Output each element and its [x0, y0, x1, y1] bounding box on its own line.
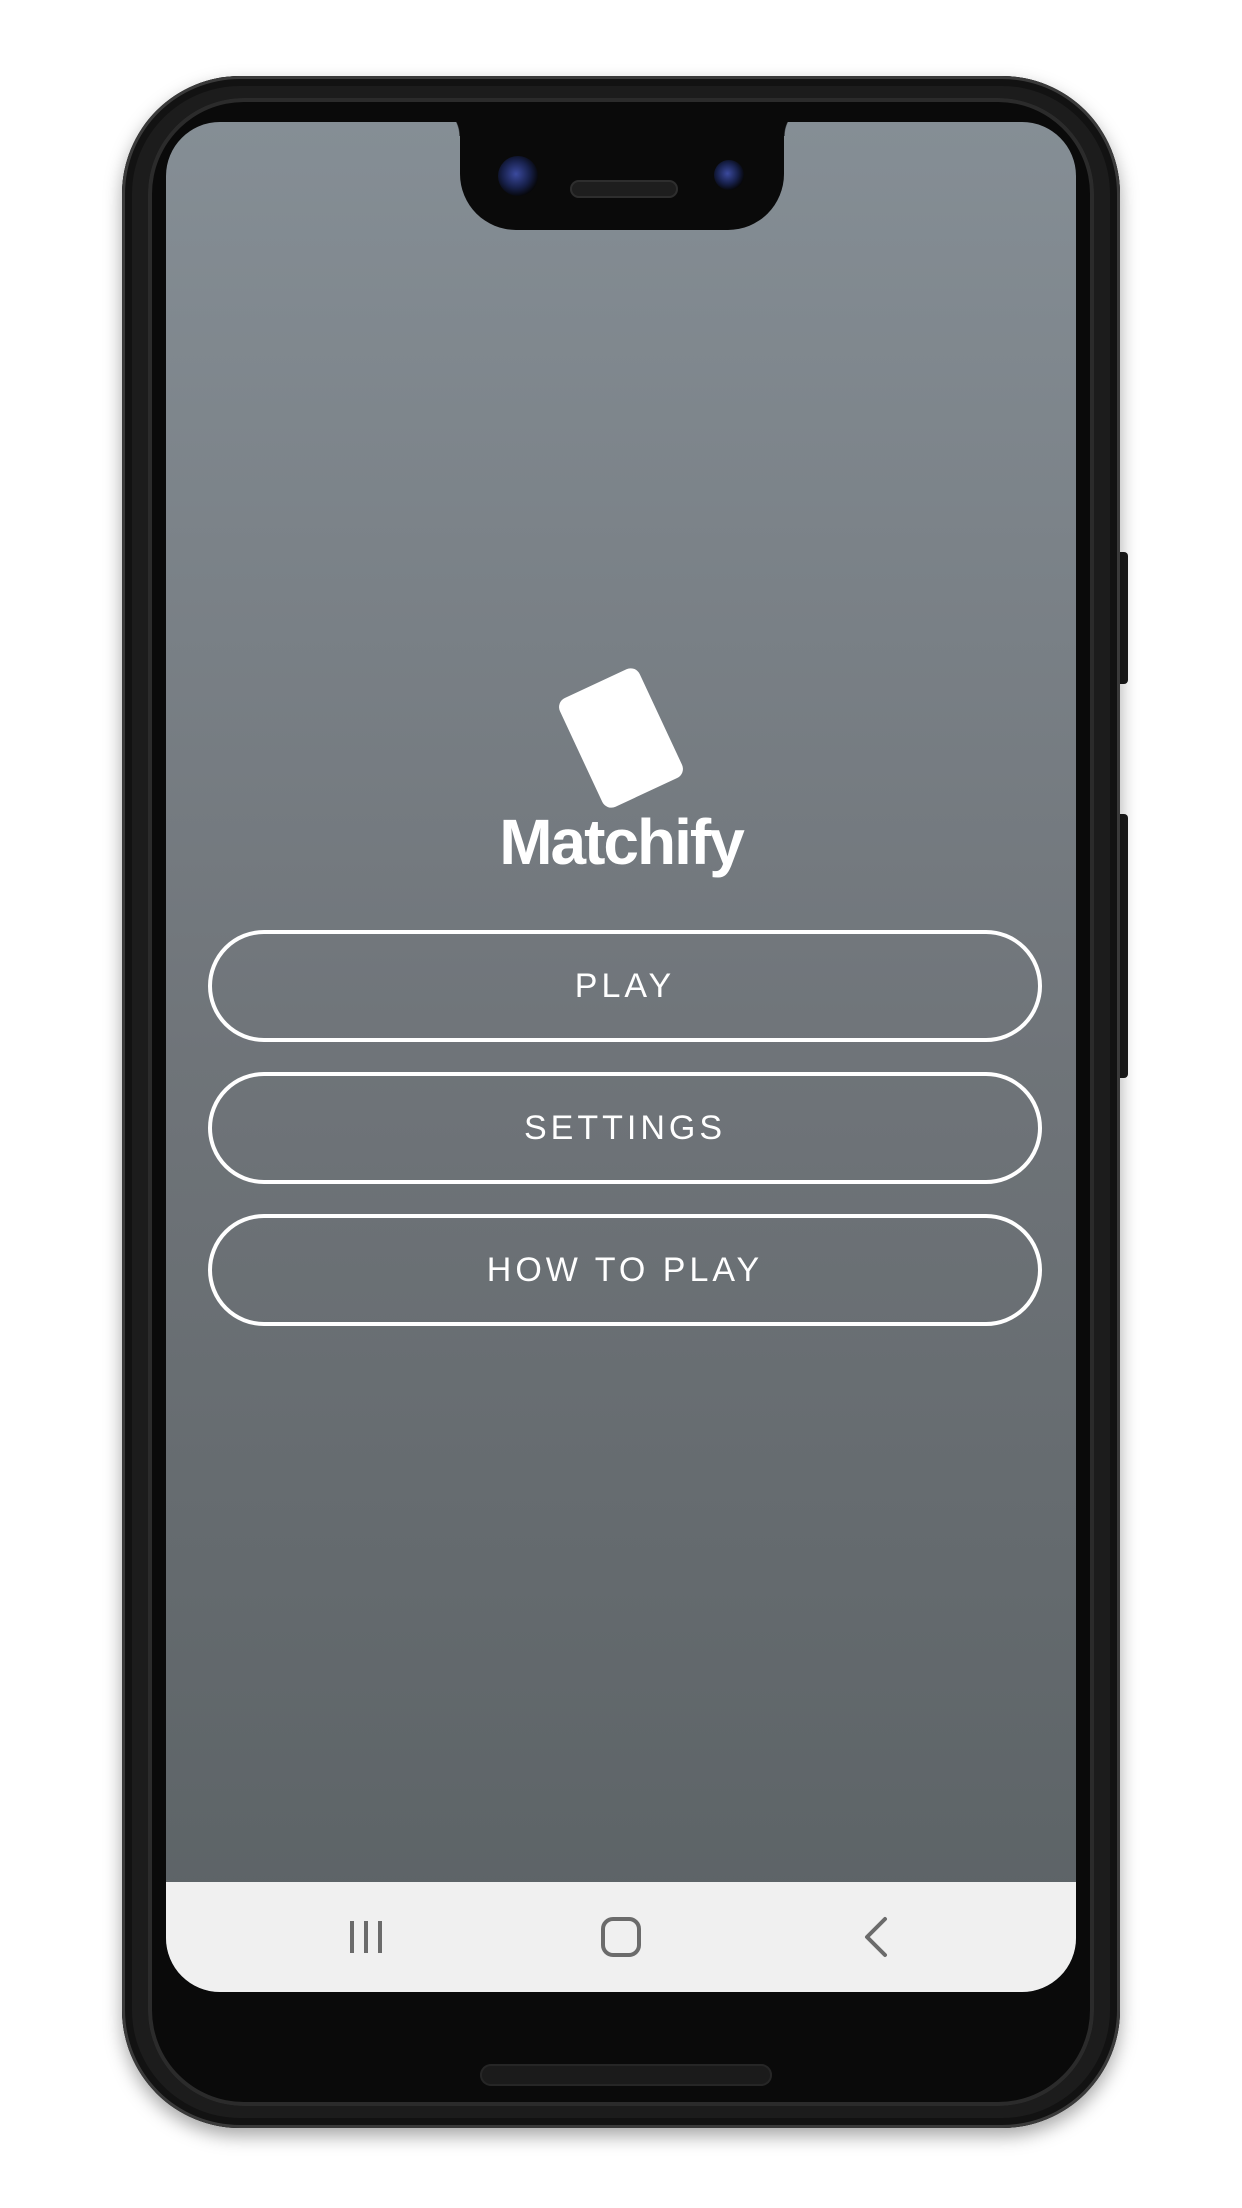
back-button[interactable] — [817, 1882, 937, 1992]
how-to-play-button[interactable]: HOW TO PLAY — [208, 1214, 1042, 1326]
settings-button[interactable]: SETTINGS — [208, 1072, 1042, 1184]
play-button[interactable]: PLAY — [208, 930, 1042, 1042]
power-button — [1120, 552, 1128, 684]
sensor-icon — [714, 160, 744, 190]
earpiece-speaker — [570, 180, 678, 198]
front-camera-icon — [498, 156, 538, 196]
app-title: Matchify — [499, 806, 745, 878]
system-nav-bar — [166, 1882, 1076, 1992]
volume-button — [1120, 814, 1128, 1078]
back-icon — [865, 1917, 887, 1957]
app-screen: Matchify PLAY SETTINGS HOW TO PLAY — [166, 122, 1076, 1992]
bottom-speaker-grille — [480, 2064, 772, 2086]
home-icon — [601, 1917, 641, 1957]
recents-button[interactable] — [306, 1882, 426, 1992]
home-button[interactable] — [561, 1882, 681, 1992]
card-icon — [555, 665, 687, 811]
recents-icon — [350, 1921, 382, 1953]
device-stage: Matchify PLAY SETTINGS HOW TO PLAY — [0, 0, 1242, 2208]
